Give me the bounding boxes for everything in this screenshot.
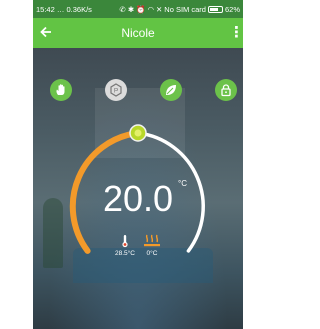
wifi-icon: ◠: [147, 4, 154, 14]
temperature-unit: °C: [178, 179, 187, 188]
thermometer-icon: [122, 235, 128, 248]
phone-screen: 15:42 … 0.36K/s ✆ ✱ ⏰ ◠ ✕ No SIM card 62…: [33, 0, 243, 329]
floor-temperature-value: 0°C: [146, 250, 158, 257]
sim-status: No SIM card: [164, 4, 206, 14]
floor-temperature-reading: 0°C: [135, 234, 169, 257]
signal-icon: ✆: [119, 4, 126, 14]
more-vertical-icon[interactable]: ⋮: [229, 25, 243, 41]
floor-heating-icon: [144, 234, 160, 247]
status-bar: 15:42 … 0.36K/s ✆ ✱ ⏰ ◠ ✕ No SIM card 62…: [33, 0, 243, 18]
no-sim-icon: ✕: [156, 4, 163, 14]
bluetooth-icon: ✱: [127, 4, 135, 14]
network-speed: 0.36K/s: [66, 4, 92, 14]
device-title: Nicole: [121, 26, 155, 40]
alarm-icon: ⏰: [136, 4, 146, 14]
room-temperature-value: 28.5°C: [115, 250, 135, 257]
status-time: 15:42: [36, 4, 55, 14]
thermostat-panel: P 20.0 °C 28.5°C 0°C: [33, 48, 243, 329]
battery-icon: [207, 5, 223, 13]
app-bar: Nicole ⋮: [33, 18, 243, 48]
battery-level: 62%: [224, 4, 240, 14]
set-temperature: 20.0: [102, 178, 174, 219]
